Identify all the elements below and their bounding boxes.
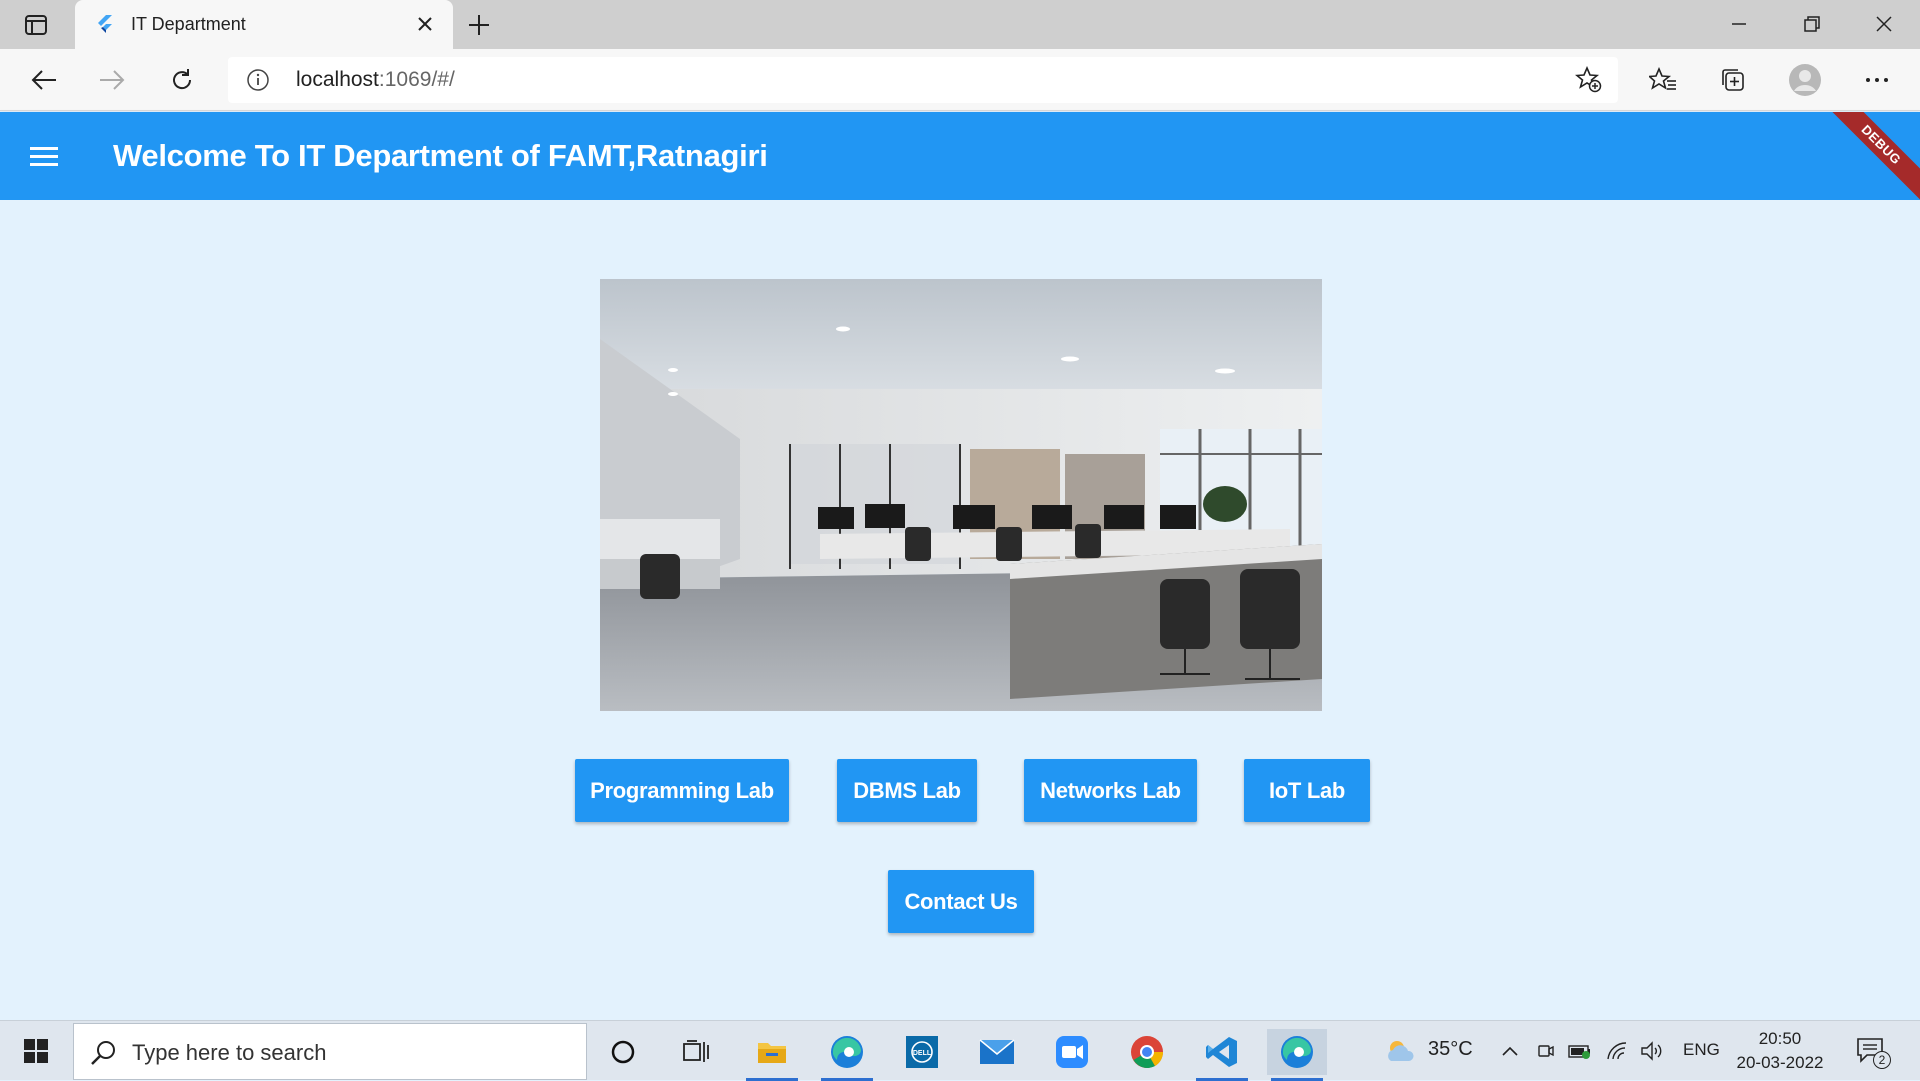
address-bar[interactable]: localhost:1069/#/ xyxy=(228,57,1618,103)
taskbar-clock[interactable]: 20:50 20-03-2022 xyxy=(1720,1027,1840,1075)
zoom-icon[interactable] xyxy=(1042,1029,1102,1075)
dell-app-icon[interactable]: DELL xyxy=(892,1029,952,1075)
edge-browser-active-icon[interactable] xyxy=(1267,1029,1327,1081)
more-options-icon[interactable] xyxy=(1857,60,1897,100)
search-placeholder: Type here to search xyxy=(132,1040,327,1065)
chevron-up-icon[interactable] xyxy=(1498,1039,1522,1063)
battery-icon[interactable] xyxy=(1568,1039,1592,1063)
volume-icon[interactable] xyxy=(1640,1039,1664,1063)
vscode-icon[interactable] xyxy=(1192,1029,1252,1081)
close-tab-icon[interactable] xyxy=(413,12,437,36)
windows-start-icon[interactable] xyxy=(14,1033,58,1069)
notification-count-badge: 2 xyxy=(1873,1051,1891,1069)
networks-lab-button[interactable]: Networks Lab xyxy=(1024,759,1197,822)
search-icon xyxy=(90,1039,118,1067)
wifi-icon[interactable] xyxy=(1606,1039,1630,1063)
main-content: Programming Lab DBMS Lab Networks Lab Io… xyxy=(0,200,1920,1020)
clock-time: 20:50 xyxy=(1758,1029,1802,1048)
office-interior-image xyxy=(600,279,1322,711)
notification-center-icon[interactable]: 2 xyxy=(1855,1035,1891,1069)
site-info-icon[interactable] xyxy=(246,68,270,92)
mail-icon[interactable] xyxy=(967,1029,1027,1075)
tab-actions-icon[interactable] xyxy=(18,12,54,38)
forward-icon[interactable] xyxy=(92,60,132,100)
debug-banner: DEBUG xyxy=(1813,112,1920,200)
cortana-icon[interactable] xyxy=(593,1029,653,1075)
browser-toolbar: localhost:1069/#/ xyxy=(0,49,1920,111)
url-path: :1069/#/ xyxy=(378,68,455,91)
favorites-icon[interactable] xyxy=(1643,60,1683,100)
page-title: Welcome To IT Department of FAMT,Ratnagi… xyxy=(113,138,768,173)
clock-date: 20-03-2022 xyxy=(1736,1053,1824,1072)
app-bar: Welcome To IT Department of FAMT,Ratnagi… xyxy=(0,112,1920,200)
windows-taskbar: Type here to search DELL 35°C ENG 20:50 … xyxy=(0,1020,1920,1081)
meet-now-icon[interactable] xyxy=(1533,1039,1557,1063)
iot-lab-button[interactable]: IoT Lab xyxy=(1244,759,1370,822)
refresh-icon[interactable] xyxy=(162,60,202,100)
profile-avatar-icon[interactable] xyxy=(1785,60,1825,100)
taskbar-search-input[interactable]: Type here to search xyxy=(73,1023,587,1080)
dbms-lab-button[interactable]: DBMS Lab xyxy=(837,759,977,822)
task-view-icon[interactable] xyxy=(666,1029,726,1075)
flutter-icon xyxy=(95,14,115,34)
url-text[interactable]: localhost:1069/#/ xyxy=(296,68,455,92)
file-explorer-icon[interactable] xyxy=(742,1029,802,1081)
weather-temperature[interactable]: 35°C xyxy=(1428,1038,1473,1061)
programming-lab-button[interactable]: Programming Lab xyxy=(575,759,789,822)
minimize-icon[interactable] xyxy=(1715,6,1763,42)
weather-icon[interactable] xyxy=(1383,1037,1417,1065)
chrome-icon[interactable] xyxy=(1117,1029,1177,1075)
hamburger-menu-icon[interactable] xyxy=(22,136,66,176)
tab-title: IT Department xyxy=(131,14,246,34)
collections-icon[interactable] xyxy=(1713,60,1753,100)
new-tab-icon[interactable] xyxy=(464,10,494,40)
add-favorite-icon[interactable] xyxy=(1574,65,1604,95)
language-indicator[interactable]: ENG xyxy=(1683,1040,1720,1060)
restore-icon[interactable] xyxy=(1788,6,1836,42)
back-icon[interactable] xyxy=(24,60,64,100)
edge-browser-icon[interactable] xyxy=(817,1029,877,1081)
browser-tab[interactable]: IT Department xyxy=(75,0,453,49)
close-window-icon[interactable] xyxy=(1860,6,1908,42)
browser-tab-bar: IT Department xyxy=(0,0,1920,49)
contact-us-button[interactable]: Contact Us xyxy=(888,870,1034,933)
url-host: localhost xyxy=(296,68,379,91)
svg-text:DELL: DELL xyxy=(913,1050,932,1057)
